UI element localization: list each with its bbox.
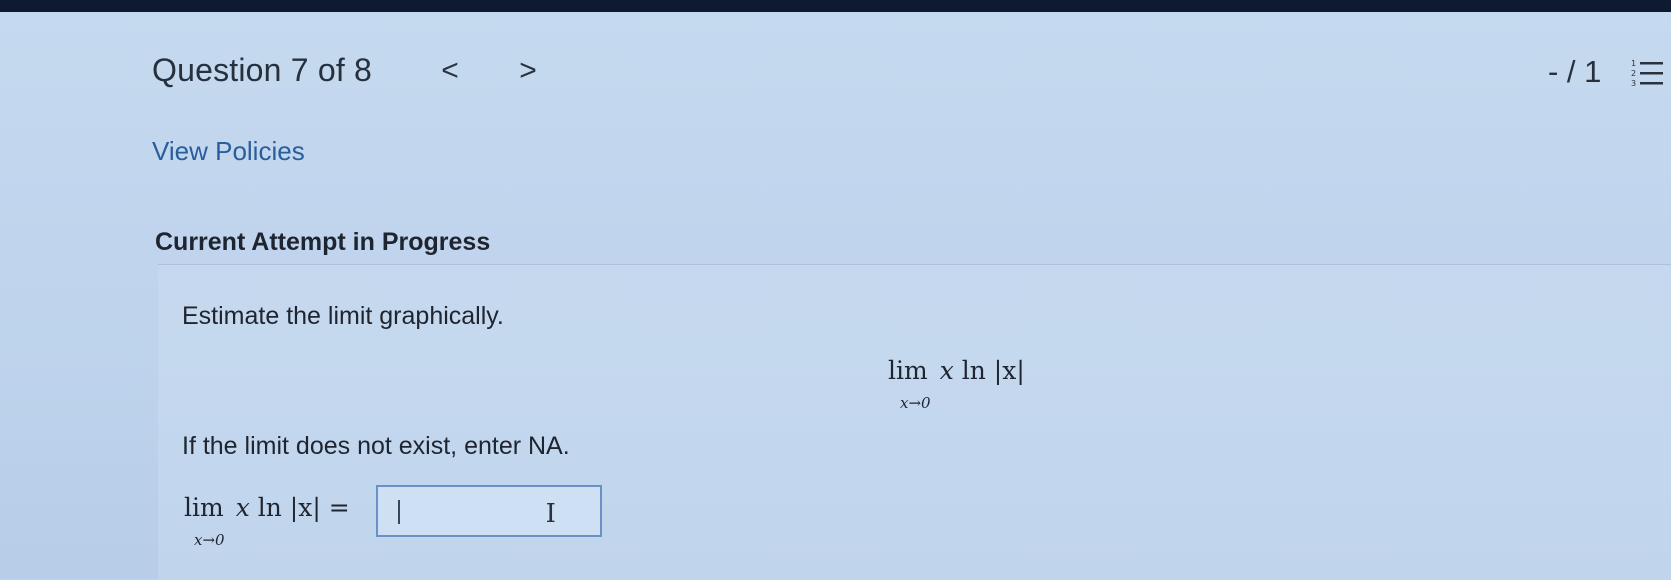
- question-counter: Question 7 of 8: [152, 52, 373, 88]
- answer-limit-operator: lim x→0: [184, 493, 225, 549]
- limit-function-rest: ln |x|: [953, 356, 1025, 385]
- svg-text:3: 3: [1631, 79, 1636, 88]
- answer-row: lim x→0 x ln |x| = I: [184, 485, 602, 549]
- chevron-right-icon: >: [519, 53, 537, 87]
- attempt-heading: Current Attempt in Progress: [155, 228, 491, 256]
- answer-limit-variable: x: [235, 493, 250, 522]
- question-score: - / 1: [1548, 54, 1602, 89]
- svg-text:1: 1: [1631, 59, 1636, 68]
- answer-lim-word: lim: [184, 493, 224, 522]
- numbered-list-icon[interactable]: 1 2 3: [1630, 58, 1664, 88]
- answer-limit-function: x ln |x| =: [236, 493, 350, 522]
- text-caret: [397, 500, 400, 524]
- ibeam-cursor-icon: I: [545, 499, 556, 529]
- question-header: Question 7 of 8 < >: [152, 52, 548, 89]
- question-instruction: Estimate the limit graphically.: [182, 302, 504, 330]
- limit-operator: lim x→0: [888, 356, 931, 412]
- screen-bezel: [0, 0, 1671, 12]
- next-question-button[interactable]: >: [508, 53, 548, 87]
- view-policies-link[interactable]: View Policies: [152, 136, 305, 167]
- na-instruction: If the limit does not exist, enter NA.: [182, 432, 570, 460]
- answer-input[interactable]: I: [375, 485, 602, 537]
- previous-question-button[interactable]: <: [430, 53, 470, 87]
- limit-expression: lim x→0 x ln |x|: [888, 356, 1025, 412]
- answer-limit-function-rest: ln |x|: [249, 493, 321, 522]
- answer-limit-subscript: x→0: [194, 531, 225, 549]
- limit-subscript: x→0: [900, 394, 931, 412]
- lim-word: lim: [888, 356, 928, 385]
- limit-function: x ln |x|: [940, 356, 1025, 385]
- equals-sign: =: [320, 493, 350, 522]
- chevron-left-icon: <: [441, 53, 459, 87]
- limit-variable: x: [939, 356, 954, 385]
- svg-text:2: 2: [1631, 69, 1636, 78]
